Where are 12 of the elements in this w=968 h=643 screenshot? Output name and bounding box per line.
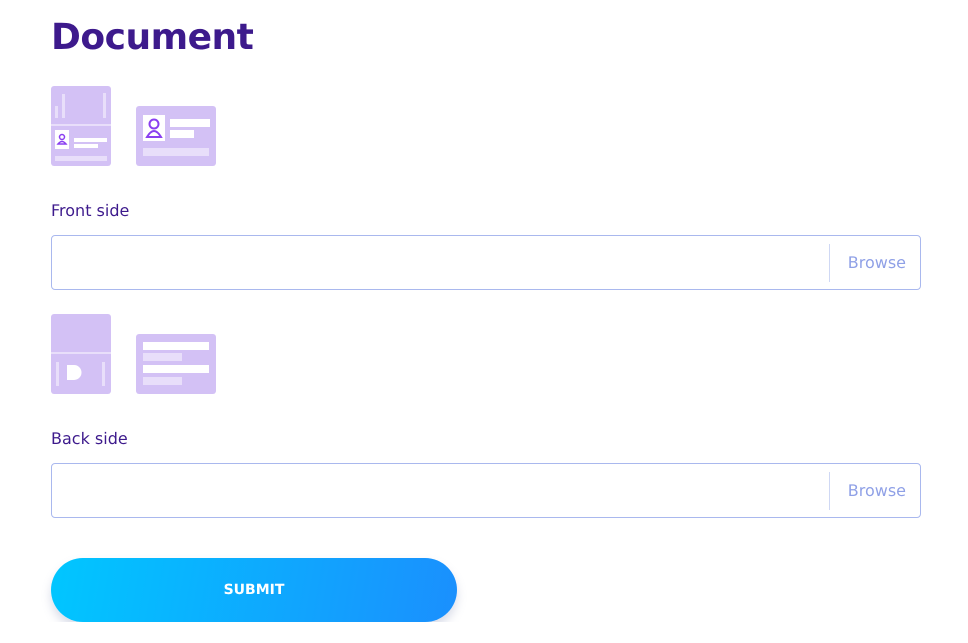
field-label: Front side [51,200,130,222]
submit-button[interactable]: SUBMIT [51,558,457,622]
browse-button[interactable]: Browse [828,244,920,282]
browse-button[interactable]: Browse [828,472,920,510]
portrait-id-card-icon [51,86,111,166]
page-title: Document [51,16,254,60]
landscape-card-back-icon [136,334,216,394]
landscape-id-card-icon [136,106,216,166]
field-label: Back side [51,428,129,450]
file-input-field[interactable]: Browse [51,463,921,518]
file-input-field[interactable]: Browse [51,235,921,290]
portrait-card-back-icon [51,314,111,394]
